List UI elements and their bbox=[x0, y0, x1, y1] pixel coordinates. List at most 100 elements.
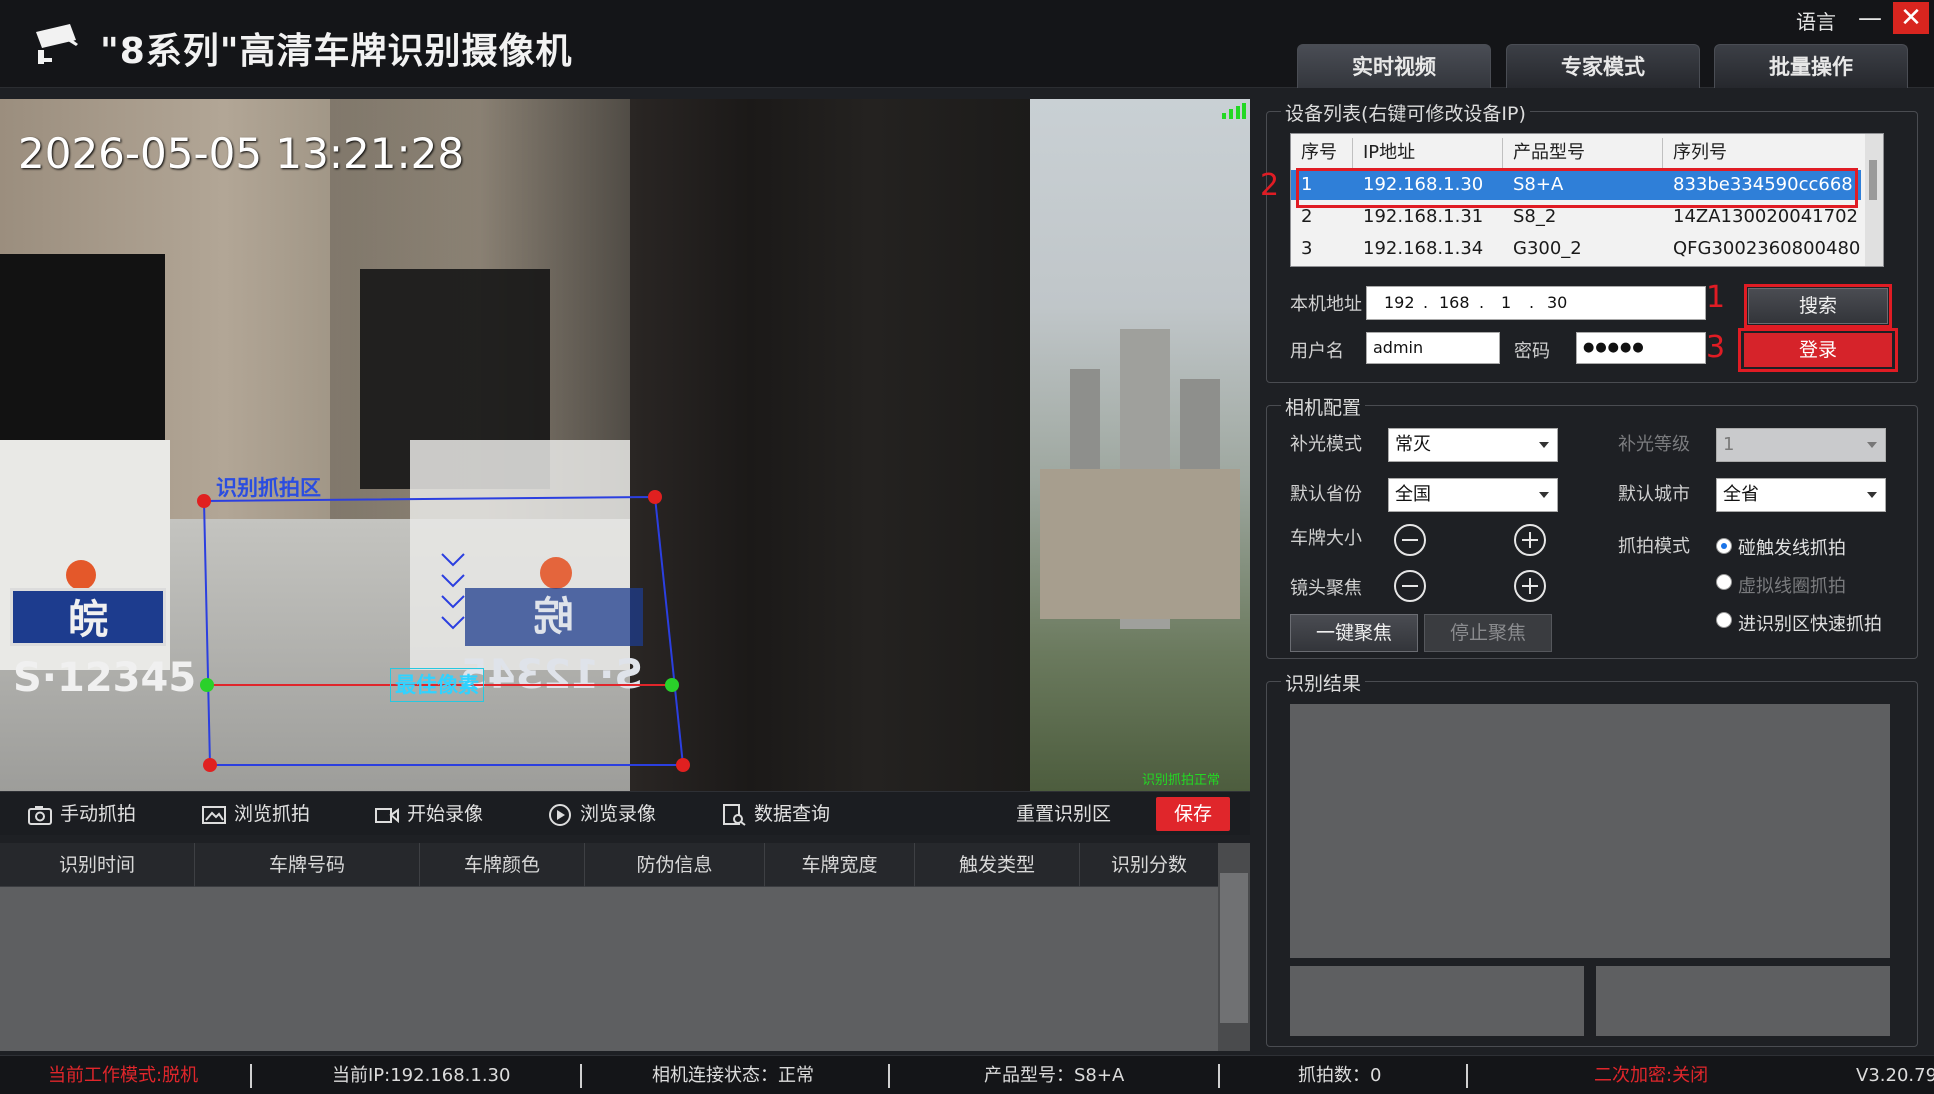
ip-octet-1: 192 bbox=[1384, 293, 1415, 312]
capture-mode-trigger-line-label[interactable]: 碰触发线抓拍 bbox=[1738, 534, 1846, 560]
fill-light-mode-label: 补光模式 bbox=[1290, 434, 1362, 455]
browse-record-button[interactable]: 浏览录像 bbox=[548, 792, 656, 836]
recognition-result-label: 识别结果 bbox=[1281, 669, 1366, 696]
device-table-header: 序号 IP地址 产品型号 序列号 bbox=[1291, 138, 1861, 168]
manual-capture-label: 手动抓拍 bbox=[60, 803, 137, 825]
column-recognition-time[interactable]: 识别时间 bbox=[0, 843, 195, 887]
column-serial-number[interactable]: 序列号 bbox=[1663, 138, 1861, 168]
fill-light-mode-select[interactable]: 常灭 bbox=[1388, 428, 1558, 462]
result-full-image bbox=[1290, 704, 1890, 958]
recognition-zone-polygon[interactable] bbox=[202, 495, 685, 766]
device-row[interactable]: 3 192.168.1.34 G300_2 QFG3002360800480 bbox=[1291, 234, 1861, 264]
manual-capture-button[interactable]: 手动抓拍 bbox=[28, 792, 136, 836]
column-index[interactable]: 序号 bbox=[1291, 138, 1353, 168]
browse-capture-button[interactable]: 浏览抓拍 bbox=[202, 792, 310, 836]
zone-handle-bottom-left[interactable] bbox=[203, 758, 217, 772]
capture-count-status: 抓拍数：0 bbox=[1298, 1065, 1382, 1086]
plate-size-label: 车牌大小 bbox=[1290, 528, 1362, 549]
recognition-zone-overlay[interactable] bbox=[0, 99, 1250, 791]
chevron-down-icon bbox=[1539, 492, 1549, 498]
browse-record-label: 浏览录像 bbox=[580, 803, 657, 825]
username-label: 用户名 bbox=[1290, 341, 1344, 362]
plate-size-decrease-button[interactable] bbox=[1394, 524, 1426, 556]
direction-arrows-icon bbox=[441, 553, 465, 630]
focus-decrease-button[interactable] bbox=[1394, 570, 1426, 602]
capture-mode-fast-zone-label[interactable]: 进识别区快速抓拍 bbox=[1738, 610, 1882, 636]
zone-handle-top-right[interactable] bbox=[648, 490, 662, 504]
column-trigger-type[interactable]: 触发类型 bbox=[915, 843, 1080, 887]
records-scrollbar-thumb[interactable] bbox=[1220, 873, 1248, 1023]
column-recognition-score[interactable]: 识别分数 bbox=[1080, 843, 1218, 887]
current-ip-status: 当前IP:192.168.1.30 bbox=[332, 1065, 511, 1086]
save-button[interactable]: 保存 bbox=[1156, 797, 1230, 831]
status-divider bbox=[580, 1064, 582, 1088]
zone-handle-bottom-right[interactable] bbox=[676, 758, 690, 772]
column-product-model[interactable]: 产品型号 bbox=[1503, 138, 1663, 168]
capture-mode-label: 抓拍模式 bbox=[1618, 536, 1690, 557]
username-input[interactable]: admin bbox=[1366, 332, 1500, 364]
status-bar: 当前工作模式:脱机 当前IP:192.168.1.30 相机连接状态：正常 产品… bbox=[0, 1055, 1934, 1094]
local-ip-input[interactable]: 192 . 168 . 1 . 30 bbox=[1366, 286, 1706, 320]
focus-increase-button[interactable] bbox=[1514, 570, 1546, 602]
device-list-scrollbar[interactable] bbox=[1865, 134, 1883, 266]
device-serial: QFG3002360800480 bbox=[1673, 238, 1861, 259]
default-city-select[interactable]: 全省 bbox=[1716, 478, 1886, 512]
browse-capture-label: 浏览抓拍 bbox=[234, 803, 311, 825]
start-record-button[interactable]: 开始录像 bbox=[375, 792, 483, 836]
capture-mode-radio-trigger-line[interactable] bbox=[1716, 538, 1732, 554]
annotation-highlight-search bbox=[1744, 284, 1892, 328]
annotation-number-3: 3 bbox=[1706, 330, 1726, 365]
annotation-number-1: 1 bbox=[1706, 280, 1726, 315]
data-query-button[interactable]: 数据查询 bbox=[722, 792, 830, 836]
close-button[interactable]: ✕ bbox=[1893, 2, 1929, 34]
device-list-scrollbar-thumb[interactable] bbox=[1869, 160, 1877, 200]
annotation-highlight-login bbox=[1738, 328, 1898, 372]
device-list-label: 设备列表(右键可修改设备IP) bbox=[1281, 99, 1530, 126]
language-menu[interactable]: 语言 bbox=[1796, 6, 1836, 35]
device-ip: 192.168.1.34 bbox=[1363, 238, 1484, 259]
tab-live-video[interactable]: 实时视频 bbox=[1297, 44, 1491, 88]
line-handle-left[interactable] bbox=[200, 678, 214, 692]
plate-size-increase-button[interactable] bbox=[1514, 524, 1546, 556]
default-city-label: 默认城市 bbox=[1618, 484, 1690, 505]
ip-octet-2: 168 bbox=[1439, 293, 1470, 312]
column-plate-width[interactable]: 车牌宽度 bbox=[765, 843, 915, 887]
line-handle-right[interactable] bbox=[665, 678, 679, 692]
recognition-zone-label: 识别抓拍区 bbox=[216, 476, 321, 500]
app-window: "8系列"高清车牌识别摄像机 语言 — ✕ 实时视频 专家模式 批量操作 皖S·… bbox=[0, 0, 1934, 1094]
result-plate-binary-image bbox=[1596, 966, 1890, 1036]
status-divider bbox=[250, 1064, 252, 1088]
fill-light-level-value: 1 bbox=[1723, 434, 1735, 455]
one-key-focus-button[interactable]: 一键聚焦 bbox=[1290, 614, 1418, 652]
camera-logo-icon bbox=[36, 24, 78, 64]
zone-handle-top-left[interactable] bbox=[197, 494, 211, 508]
fill-light-mode-value: 常灭 bbox=[1395, 434, 1431, 455]
column-anti-counterfeit[interactable]: 防伪信息 bbox=[585, 843, 765, 887]
video-toolbar: 手动抓拍 浏览抓拍 开始录像 浏览录像 数据查询 重置识别区 保存 bbox=[0, 791, 1250, 835]
ip-octet-4: 30 bbox=[1547, 293, 1568, 312]
column-ip-address[interactable]: IP地址 bbox=[1353, 138, 1503, 168]
column-plate-number[interactable]: 车牌号码 bbox=[195, 843, 420, 887]
default-province-select[interactable]: 全国 bbox=[1388, 478, 1558, 512]
chevron-down-icon bbox=[1539, 442, 1549, 448]
annotation-number-2: 2 bbox=[1260, 168, 1280, 203]
chevron-down-icon bbox=[1867, 492, 1877, 498]
password-input[interactable]: ●●●●● bbox=[1576, 332, 1706, 364]
video-camera-icon bbox=[375, 807, 399, 823]
reset-zone-button[interactable]: 重置识别区 bbox=[1016, 792, 1111, 836]
annotation-highlight-device-row bbox=[1296, 168, 1858, 208]
encryption-status: 二次加密:关闭 bbox=[1594, 1065, 1709, 1086]
minimize-button[interactable]: — bbox=[1852, 4, 1888, 32]
data-query-label: 数据查询 bbox=[754, 803, 831, 825]
column-plate-color[interactable]: 车牌颜色 bbox=[420, 843, 585, 887]
tab-batch-operation[interactable]: 批量操作 bbox=[1714, 44, 1908, 88]
status-divider bbox=[1466, 1064, 1468, 1088]
tab-expert-mode[interactable]: 专家模式 bbox=[1506, 44, 1700, 88]
capture-mode-radio-fast-zone[interactable] bbox=[1716, 612, 1732, 628]
recognition-records-table[interactable]: 识别时间 车牌号码 车牌颜色 防伪信息 车牌宽度 触发类型 识别分数 bbox=[0, 843, 1250, 1051]
stop-focus-button: 停止聚焦 bbox=[1424, 614, 1552, 652]
result-plate-image bbox=[1290, 966, 1584, 1036]
records-table-header: 识别时间 车牌号码 车牌颜色 防伪信息 车牌宽度 触发类型 识别分数 bbox=[0, 843, 1218, 887]
status-divider bbox=[888, 1064, 890, 1088]
camera-config-label: 相机配置 bbox=[1281, 393, 1366, 420]
